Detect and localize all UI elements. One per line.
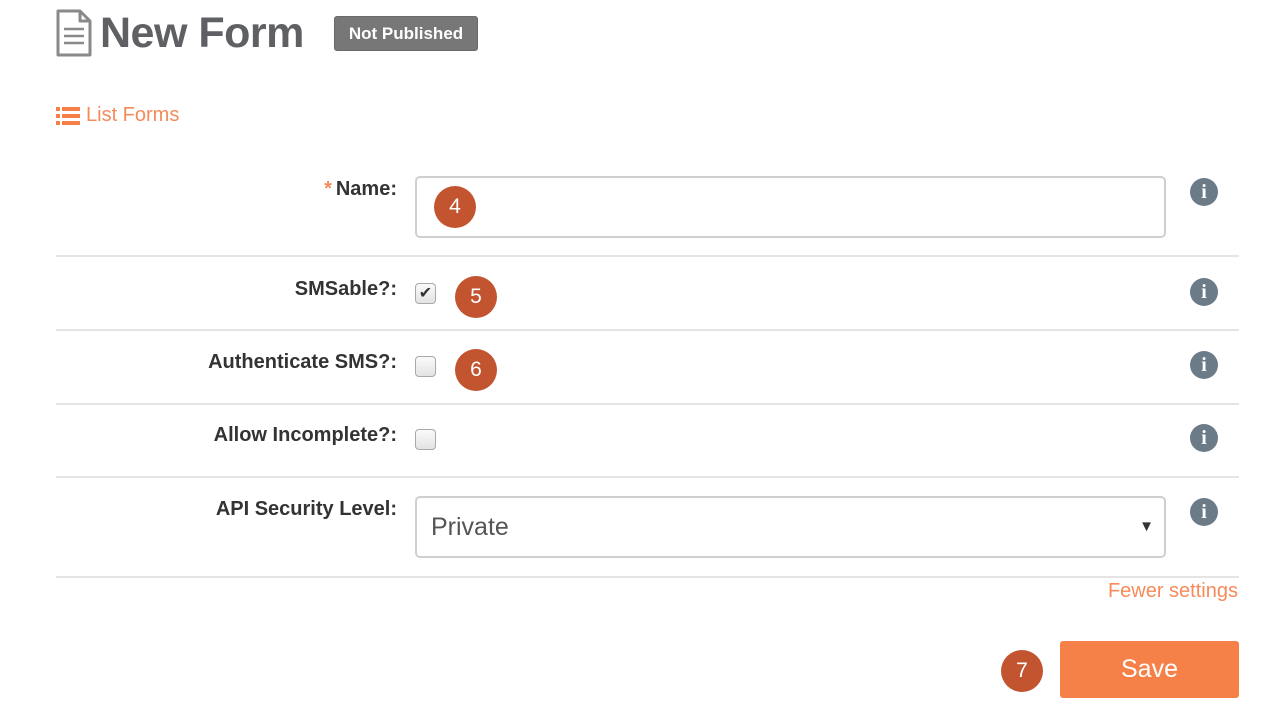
smsable-info-icon[interactable]: i xyxy=(1190,278,1218,306)
allow-incomplete-checkbox[interactable] xyxy=(415,429,436,450)
authenticate-sms-label: Authenticate SMS?: xyxy=(208,351,397,373)
status-badge: Not Published xyxy=(333,15,479,51)
list-forms-label: List Forms xyxy=(86,104,180,126)
name-label: * Name: xyxy=(324,178,397,201)
document-icon xyxy=(54,9,94,57)
divider xyxy=(56,476,1239,478)
page-title: New Form xyxy=(100,8,304,57)
divider xyxy=(56,329,1239,331)
api-security-info-icon[interactable]: i xyxy=(1190,498,1218,526)
smsable-checkbox[interactable]: ✔ xyxy=(415,283,436,304)
name-label-text: Name: xyxy=(335,178,397,200)
list-forms-link[interactable]: List Forms xyxy=(56,104,179,127)
smsable-row: SMSable?: ✔ i xyxy=(56,278,1239,308)
divider xyxy=(56,403,1239,405)
fewer-settings-link[interactable]: Fewer settings xyxy=(1108,580,1238,603)
authenticate-sms-info-icon[interactable]: i xyxy=(1190,351,1218,379)
name-row: * Name: i xyxy=(56,176,1239,240)
step-7-marker: 7 xyxy=(1001,650,1043,692)
api-security-row: API Security Level: Private ▼ i xyxy=(56,496,1239,558)
caret-down-icon: ▼ xyxy=(1139,518,1154,535)
api-security-label: API Security Level: xyxy=(215,498,397,520)
authenticate-sms-checkbox[interactable] xyxy=(415,356,436,377)
save-button[interactable]: Save xyxy=(1060,641,1239,698)
form-page: New Form Not Published List Forms * Name:… xyxy=(0,0,1280,720)
step-6-marker: 6 xyxy=(455,349,497,391)
allow-incomplete-info-icon[interactable]: i xyxy=(1190,424,1218,452)
page-header: New Form Not Published xyxy=(54,8,479,58)
step-5-marker: 5 xyxy=(455,276,497,318)
required-marker: * xyxy=(324,178,332,200)
api-security-selected: Private xyxy=(431,512,509,541)
smsable-label: SMSable?: xyxy=(294,278,397,300)
list-icon xyxy=(56,106,80,126)
step-4-marker: 4 xyxy=(434,186,476,228)
name-input[interactable] xyxy=(415,176,1166,238)
api-security-select[interactable]: Private ▼ xyxy=(415,496,1166,558)
divider xyxy=(56,255,1239,257)
authenticate-sms-row: Authenticate SMS?: i xyxy=(56,351,1239,381)
name-info-icon[interactable]: i xyxy=(1190,178,1218,206)
allow-incomplete-label: Allow Incomplete?: xyxy=(213,424,397,446)
allow-incomplete-row: Allow Incomplete?: i xyxy=(56,424,1239,454)
divider xyxy=(56,576,1239,578)
